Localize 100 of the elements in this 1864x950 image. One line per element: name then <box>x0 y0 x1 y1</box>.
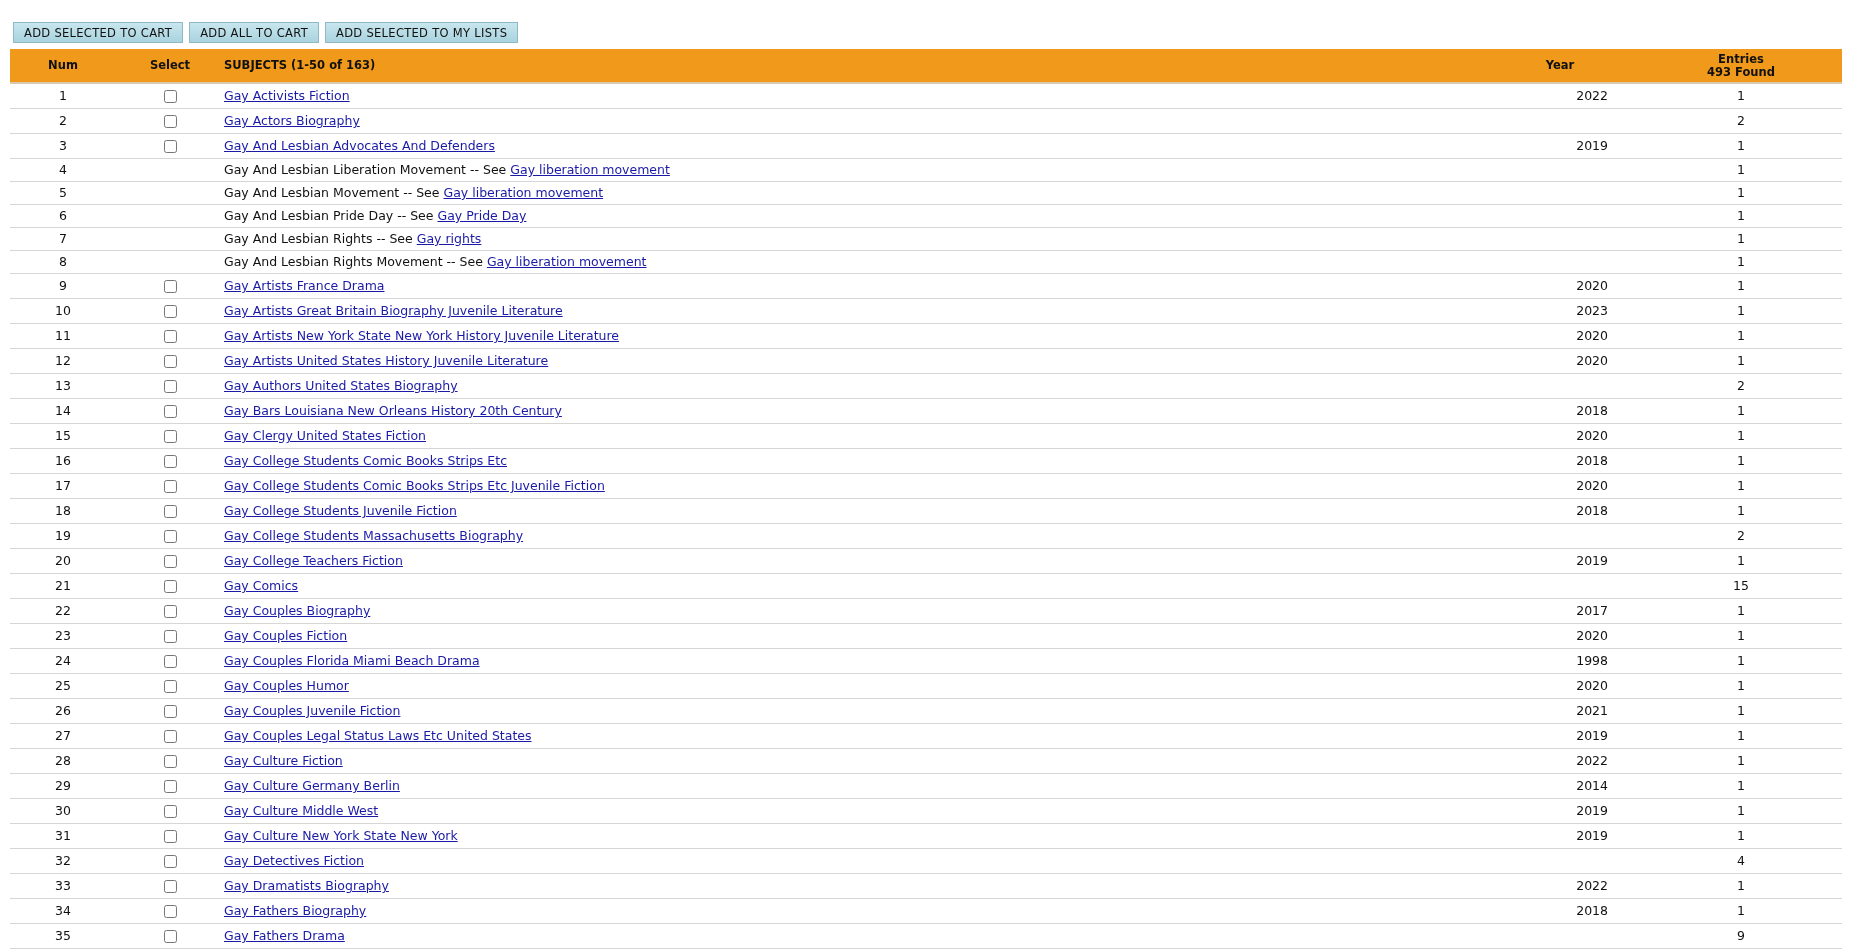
subject-link[interactable]: Gay Artists New York State New York History Juvenile Literature <box>224 328 620 343</box>
row-number: 24 <box>10 648 116 673</box>
subject-link[interactable]: Gay liberation movement <box>486 254 647 269</box>
select-checkbox[interactable] <box>163 115 177 128</box>
year-text: 2018 <box>1576 403 1608 418</box>
subject-link[interactable]: Gay Dramatists Biography <box>224 878 389 893</box>
select-checkbox[interactable] <box>163 855 177 868</box>
entries-count: 1 <box>1737 703 1745 718</box>
select-checkbox[interactable] <box>163 405 177 418</box>
subject-link[interactable]: Gay liberation movement <box>510 162 670 177</box>
subject-link[interactable]: Gay Clergy United States Fiction <box>224 428 427 443</box>
select-checkbox[interactable] <box>163 555 177 568</box>
entries-count: 1 <box>1737 553 1745 568</box>
row-number: 34 <box>10 898 116 923</box>
column-header: Num <box>10 49 116 83</box>
row-number: 8 <box>10 250 116 273</box>
subject-link[interactable]: Gay College Students Massachusetts Biography <box>224 528 524 543</box>
subject-link[interactable]: Gay Detectives Fiction <box>224 853 364 868</box>
entries-count: 1 <box>1737 903 1745 918</box>
select-checkbox[interactable] <box>163 905 177 918</box>
subject-link[interactable]: Gay Fathers Drama <box>224 928 345 943</box>
select-checkbox[interactable] <box>163 430 177 443</box>
select-checkbox[interactable] <box>163 730 177 743</box>
select-checkbox[interactable] <box>163 305 177 318</box>
subject-link[interactable]: Gay And Lesbian Advocates And Defenders <box>224 138 495 153</box>
subject-link[interactable]: Gay rights <box>416 231 482 246</box>
year-text: 2020 <box>1576 428 1608 443</box>
subject-link[interactable]: Gay College Students Comic Books Strips Etc <box>224 453 508 468</box>
entries-count: 1 <box>1737 231 1745 246</box>
subject-link[interactable]: Gay Culture Middle West <box>224 803 379 818</box>
see-reference: Gay And Lesbian Movement -- See Gay liberation movement <box>224 185 604 200</box>
entries-count: 1 <box>1737 208 1745 223</box>
subject-link[interactable]: Gay Couples Biography <box>224 603 371 618</box>
subject-link[interactable]: Gay Pride Day <box>437 208 527 223</box>
subject-link[interactable]: Gay Artists Great Britain Biography Juvenile Literature <box>224 303 563 318</box>
subject-link[interactable]: Gay Couples Legal Status Laws Etc United States <box>224 728 532 743</box>
row-number: 1 <box>10 83 116 108</box>
row-number: 35 <box>10 923 116 948</box>
subject-link[interactable]: Gay Artists United States History Juvenile Literature <box>224 353 549 368</box>
select-checkbox[interactable] <box>163 505 177 518</box>
select-checkbox[interactable] <box>163 380 177 393</box>
subject-link[interactable]: Gay Culture Fiction <box>224 753 343 768</box>
select-checkbox[interactable] <box>163 605 177 618</box>
subject-link[interactable]: Gay Culture Germany Berlin <box>224 778 400 793</box>
select-checkbox[interactable] <box>163 455 177 468</box>
subject-link[interactable]: Gay Couples Fiction <box>224 628 348 643</box>
entries-count: 1 <box>1737 254 1745 269</box>
subject-link[interactable]: Gay Culture New York State New York <box>224 828 458 843</box>
subject-link[interactable]: Gay College Teachers Fiction <box>224 553 403 568</box>
year-text: 2019 <box>1576 728 1608 743</box>
entries-count: 1 <box>1737 653 1745 668</box>
select-checkbox[interactable] <box>163 580 177 593</box>
subject-link[interactable]: Gay Couples Juvenile Fiction <box>224 703 401 718</box>
entries-count: 1 <box>1737 753 1745 768</box>
subject-link[interactable]: Gay Couples Humor <box>224 678 349 693</box>
action-button[interactable]: ADD SELECTED TO CART <box>13 22 184 43</box>
subject-link[interactable]: Gay College Students Juvenile Fiction <box>224 503 457 518</box>
select-checkbox[interactable] <box>163 655 177 668</box>
select-checkbox[interactable] <box>163 680 177 693</box>
subject-link[interactable]: Gay College Students Comic Books Strips Etc Juvenile Fiction <box>224 478 605 493</box>
select-checkbox[interactable] <box>163 930 177 943</box>
year-text: 2018 <box>1576 453 1608 468</box>
select-checkbox[interactable] <box>163 530 177 543</box>
select-checkbox[interactable] <box>163 355 177 368</box>
entries-count: 1 <box>1737 503 1745 518</box>
select-checkbox[interactable] <box>163 805 177 818</box>
select-checkbox[interactable] <box>163 140 177 153</box>
year-text: 2019 <box>1576 138 1608 153</box>
subject-link[interactable]: Gay Artists France Drama <box>224 278 385 293</box>
action-button[interactable]: ADD SELECTED TO MY LISTS <box>325 22 519 43</box>
subject-link[interactable]: Gay Comics <box>224 578 299 593</box>
subject-link[interactable]: Gay Couples Florida Miami Beach Drama <box>224 653 480 668</box>
select-checkbox[interactable] <box>163 705 177 718</box>
year-text: 2022 <box>1576 88 1608 104</box>
year-text: 2020 <box>1576 278 1608 293</box>
select-checkbox[interactable] <box>163 480 177 493</box>
entries-count: 1 <box>1737 353 1745 368</box>
select-checkbox[interactable] <box>163 880 177 893</box>
subject-link[interactable]: Gay Activists Fiction <box>224 88 350 104</box>
year-text: 2020 <box>1576 328 1608 343</box>
select-checkbox[interactable] <box>163 280 177 293</box>
subject-link[interactable]: Gay Actors Biography <box>224 113 360 128</box>
subject-link[interactable]: Gay Authors United States Biography <box>224 378 458 393</box>
row-number: 9 <box>10 273 116 298</box>
row-number: 27 <box>10 723 116 748</box>
entries-count: 1 <box>1737 803 1745 818</box>
row-number: 21 <box>10 573 116 598</box>
select-checkbox[interactable] <box>163 330 177 343</box>
select-checkbox[interactable] <box>163 755 177 768</box>
year-text: 2022 <box>1576 753 1608 768</box>
column-header: Year <box>1480 49 1640 83</box>
select-checkbox[interactable] <box>163 780 177 793</box>
subject-link[interactable]: Gay Bars Louisiana New Orleans History 20th Century <box>224 403 562 418</box>
subject-link[interactable]: Gay Fathers Biography <box>224 903 367 918</box>
subject-link[interactable]: Gay liberation movement <box>443 185 604 200</box>
action-button[interactable]: ADD ALL TO CART <box>189 22 319 43</box>
select-checkbox[interactable] <box>163 630 177 643</box>
see-reference: Gay And Lesbian Rights -- See Gay rights <box>224 231 482 246</box>
select-checkbox[interactable] <box>163 90 177 104</box>
select-checkbox[interactable] <box>163 830 177 843</box>
